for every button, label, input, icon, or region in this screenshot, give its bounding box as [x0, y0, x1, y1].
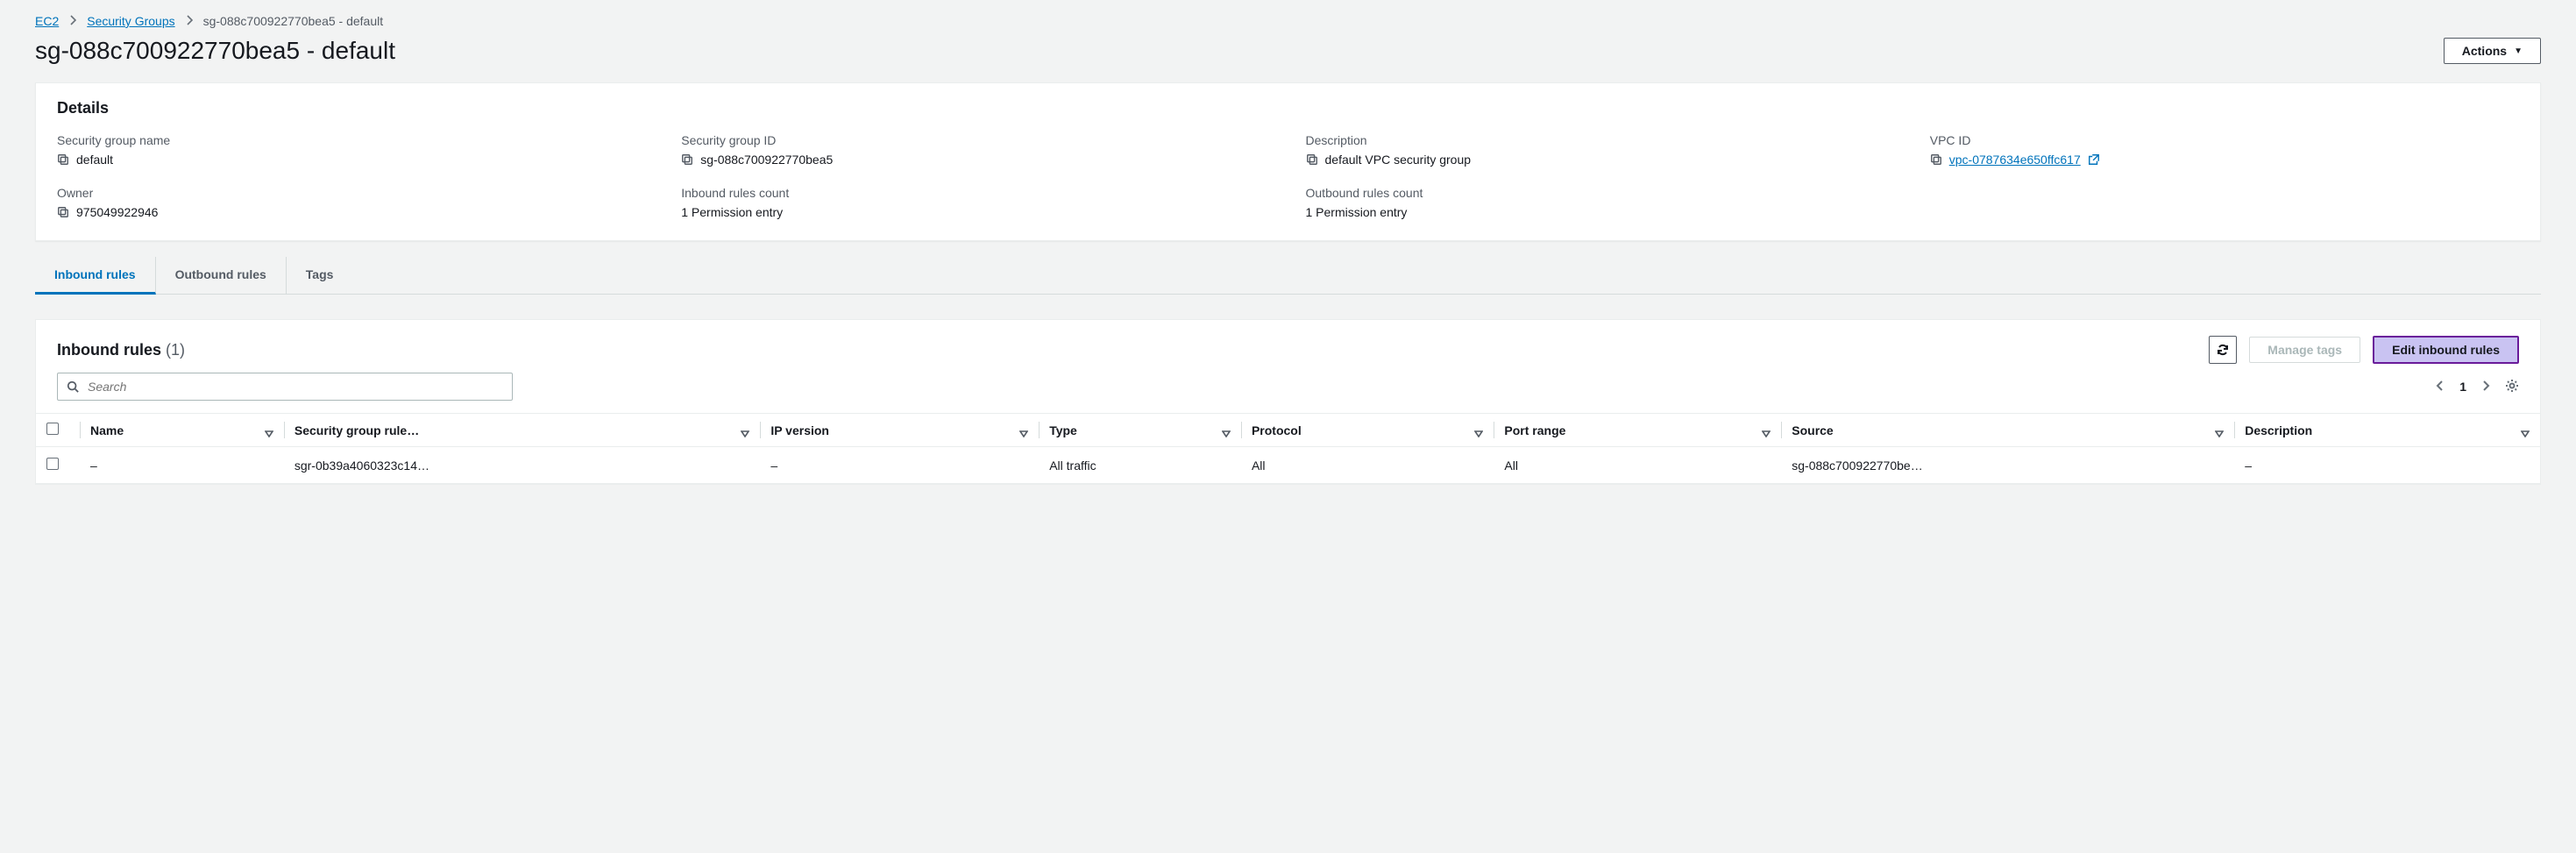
detail-security-group-name: Security group name default	[57, 133, 646, 167]
tabs: Inbound rules Outbound rules Tags	[35, 257, 2541, 295]
col-port-range[interactable]: Port range	[1494, 414, 1781, 447]
tab-outbound-rules[interactable]: Outbound rules	[156, 257, 287, 294]
detail-security-group-id: Security group ID sg-088c700922770bea5	[681, 133, 1270, 167]
detail-owner: Owner 975049922946	[57, 186, 646, 219]
sort-icon	[2215, 426, 2224, 435]
col-protocol[interactable]: Protocol	[1241, 414, 1494, 447]
breadcrumb: EC2 Security Groups sg-088c700922770bea5…	[35, 0, 2541, 37]
cell-name: –	[80, 447, 284, 484]
settings-button[interactable]	[2505, 379, 2519, 395]
tab-tags[interactable]: Tags	[287, 257, 353, 294]
cell-port-range: All	[1494, 447, 1781, 484]
detail-description: Description default VPC security group	[1306, 133, 1895, 167]
prev-page-button[interactable]	[2433, 379, 2447, 395]
sort-icon	[265, 426, 273, 435]
cell-source: sg-088c700922770be…	[1781, 447, 2234, 484]
table-row[interactable]: – sgr-0b39a4060323c14… – All traffic All…	[36, 447, 2540, 484]
chevron-right-icon	[2479, 379, 2493, 393]
inbound-rules-table: Name Security group rule… IP version Typ…	[36, 413, 2540, 484]
search-input[interactable]	[86, 379, 503, 395]
cell-type: All traffic	[1039, 447, 1241, 484]
col-ip-version[interactable]: IP version	[760, 414, 1039, 447]
col-description[interactable]: Description	[2234, 414, 2540, 447]
sort-icon	[1019, 426, 1028, 435]
details-panel: Details Security group name default Secu…	[35, 82, 2541, 241]
page-number: 1	[2459, 380, 2466, 394]
next-page-button[interactable]	[2479, 379, 2493, 395]
row-checkbox[interactable]	[46, 458, 59, 470]
sort-icon	[1762, 426, 1771, 435]
gear-icon	[2505, 379, 2519, 393]
col-type[interactable]: Type	[1039, 414, 1241, 447]
breadcrumb-current: sg-088c700922770bea5 - default	[203, 14, 384, 28]
search-box[interactable]	[57, 373, 513, 401]
cell-sgr: sgr-0b39a4060323c14…	[284, 447, 760, 484]
vpc-link[interactable]: vpc-0787634e650ffc617	[1949, 153, 2081, 167]
chevron-right-icon	[69, 14, 76, 28]
detail-vpc-id: VPC ID vpc-0787634e650ffc617	[1930, 133, 2519, 167]
cell-description: –	[2234, 447, 2540, 484]
copy-icon[interactable]	[1306, 153, 1318, 166]
breadcrumb-security-groups[interactable]: Security Groups	[87, 14, 174, 28]
tab-inbound-rules[interactable]: Inbound rules	[35, 257, 156, 295]
cell-ip-version: –	[760, 447, 1039, 484]
pagination: 1	[2433, 379, 2519, 395]
page-title: sg-088c700922770bea5 - default	[35, 37, 395, 65]
details-heading: Details	[36, 83, 2540, 133]
sort-icon	[1474, 426, 1483, 435]
sort-icon	[2521, 426, 2530, 435]
col-source[interactable]: Source	[1781, 414, 2234, 447]
copy-icon[interactable]	[57, 206, 69, 218]
cell-protocol: All	[1241, 447, 1494, 484]
inbound-rules-panel: Inbound rules (1) Manage tags Edit inbou…	[35, 319, 2541, 485]
chevron-left-icon	[2433, 379, 2447, 393]
copy-icon[interactable]	[57, 153, 69, 166]
breadcrumb-ec2[interactable]: EC2	[35, 14, 59, 28]
detail-inbound-count: Inbound rules count 1 Permission entry	[681, 186, 1270, 219]
inbound-rules-title: Inbound rules (1)	[57, 341, 185, 359]
detail-outbound-count: Outbound rules count 1 Permission entry	[1306, 186, 1895, 219]
col-name[interactable]: Name	[80, 414, 284, 447]
sort-icon	[1222, 426, 1231, 435]
manage-tags-button[interactable]: Manage tags	[2249, 337, 2360, 363]
refresh-button[interactable]	[2209, 336, 2237, 364]
copy-icon[interactable]	[1930, 153, 1942, 166]
chevron-right-icon	[186, 14, 193, 28]
col-sgr[interactable]: Security group rule…	[284, 414, 760, 447]
refresh-icon	[2216, 343, 2230, 357]
external-link-icon	[2088, 153, 2100, 166]
caret-down-icon: ▼	[2514, 46, 2523, 56]
search-icon	[67, 380, 79, 393]
sort-icon	[741, 426, 749, 435]
select-all-checkbox[interactable]	[46, 423, 59, 435]
actions-button[interactable]: Actions ▼	[2444, 38, 2541, 64]
copy-icon[interactable]	[681, 153, 693, 166]
edit-inbound-rules-button[interactable]: Edit inbound rules	[2373, 336, 2519, 364]
